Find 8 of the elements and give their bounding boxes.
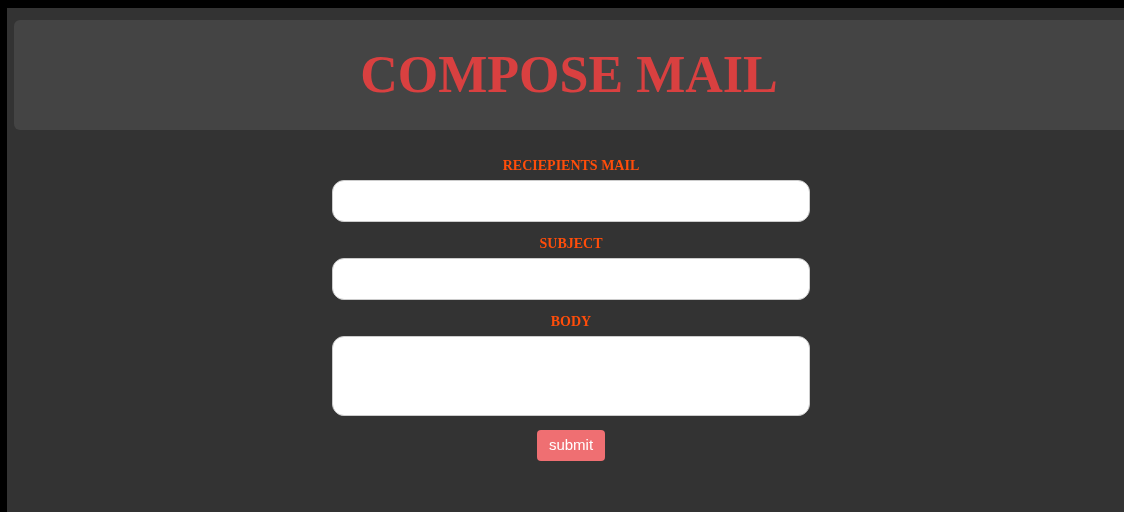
- page-title: COMPOSE MAIL: [360, 49, 778, 101]
- field-label: BODY: [550, 314, 592, 330]
- input-field[interactable]: [332, 258, 810, 300]
- submit-button[interactable]: submit: [536, 430, 606, 461]
- field-label: RECIEPIENTS MAIL: [502, 158, 640, 174]
- field-label: SUBJECT: [539, 236, 603, 252]
- input-field[interactable]: [332, 180, 810, 222]
- text-area[interactable]: [332, 336, 810, 416]
